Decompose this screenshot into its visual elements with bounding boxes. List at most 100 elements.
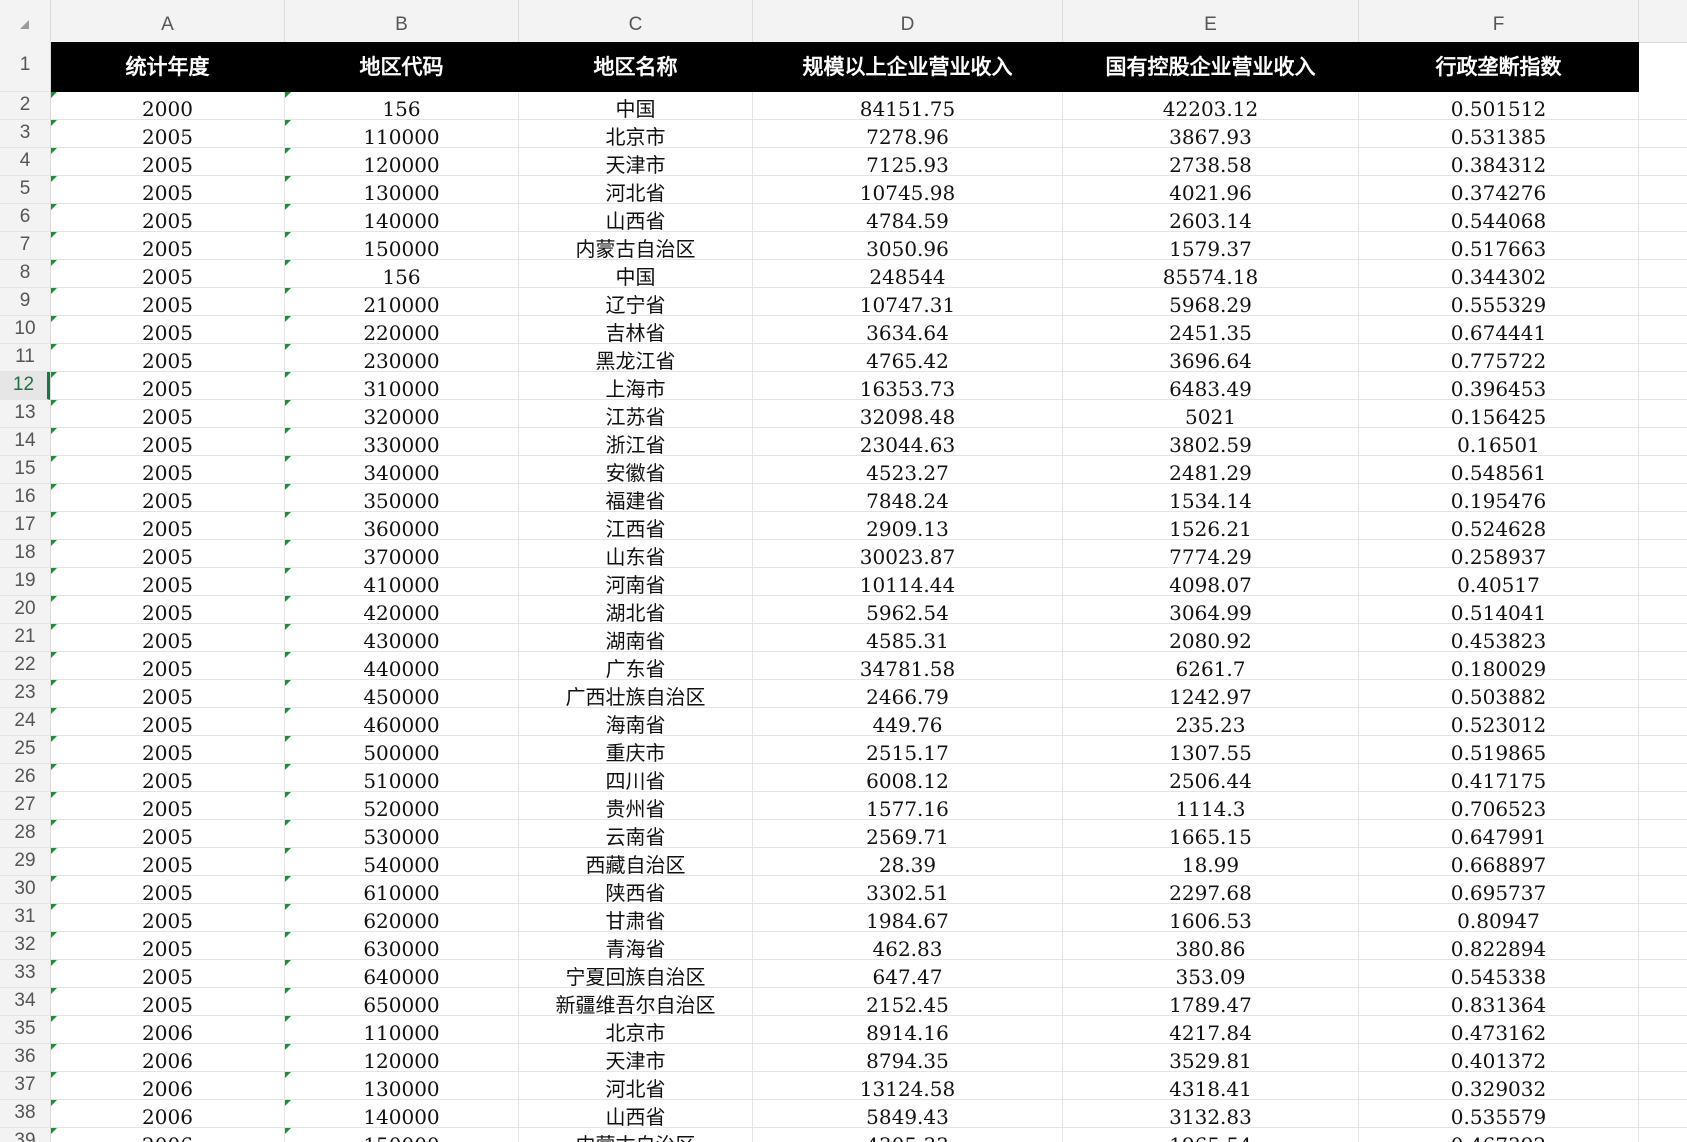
table-cell[interactable]: 140000 (285, 1100, 519, 1128)
table-cell[interactable]: 1534.14 (1063, 484, 1359, 512)
table-cell[interactable]: 353.09 (1063, 960, 1359, 988)
table-cell[interactable]: 0.775722 (1359, 344, 1639, 372)
table-cell[interactable]: 河南省 (519, 568, 753, 596)
table-cell[interactable]: 7774.29 (1063, 540, 1359, 568)
row-header-7[interactable]: 7 (0, 232, 50, 260)
row-header-28[interactable]: 28 (0, 820, 50, 848)
table-cell[interactable]: 内蒙古自治区 (519, 232, 753, 260)
table-cell[interactable]: 2909.13 (753, 512, 1063, 540)
column-header-empty[interactable] (1639, 0, 1687, 42)
table-cell[interactable]: 430000 (285, 624, 519, 652)
table-cell[interactable]: 23044.63 (753, 428, 1063, 456)
table-cell[interactable]: 4765.42 (753, 344, 1063, 372)
table-cell[interactable]: 4318.41 (1063, 1072, 1359, 1100)
table-cell[interactable]: 广西壮族自治区 (519, 680, 753, 708)
table-cell[interactable]: 156 (285, 92, 519, 120)
table-cell[interactable]: 0.401372 (1359, 1044, 1639, 1072)
row-header-22[interactable]: 22 (0, 652, 50, 680)
table-cell[interactable]: 0.417175 (1359, 764, 1639, 792)
table-cell[interactable]: 0.453823 (1359, 624, 1639, 652)
row-header-32[interactable]: 32 (0, 932, 50, 960)
table-cell[interactable]: 18.99 (1063, 848, 1359, 876)
column-header-f[interactable]: F (1359, 0, 1639, 42)
table-cell[interactable]: 2006 (51, 1128, 285, 1142)
table-cell[interactable]: 7125.93 (753, 148, 1063, 176)
table-cell[interactable]: 110000 (285, 120, 519, 148)
table-cell[interactable]: 四川省 (519, 764, 753, 792)
row-header-13[interactable]: 13 (0, 400, 50, 428)
table-cell[interactable]: 2005 (51, 708, 285, 736)
table-cell[interactable]: 中国 (519, 92, 753, 120)
table-cell[interactable]: 2515.17 (753, 736, 1063, 764)
table-cell[interactable]: 3634.64 (753, 316, 1063, 344)
table-cell[interactable]: 32098.48 (753, 400, 1063, 428)
table-cell[interactable]: 510000 (285, 764, 519, 792)
table-cell[interactable]: 1606.53 (1063, 904, 1359, 932)
table-cell[interactable]: 16353.73 (753, 372, 1063, 400)
row-header-36[interactable]: 36 (0, 1044, 50, 1072)
table-cell[interactable]: 156 (285, 260, 519, 288)
table-cell[interactable]: 0.329032 (1359, 1072, 1639, 1100)
table-cell[interactable]: 重庆市 (519, 736, 753, 764)
table-cell[interactable]: 0.467392 (1359, 1128, 1639, 1142)
table-cell[interactable]: 2569.71 (753, 820, 1063, 848)
table-cell[interactable]: 42203.12 (1063, 92, 1359, 120)
table-cell[interactable]: 浙江省 (519, 428, 753, 456)
table-cell[interactable]: 2005 (51, 344, 285, 372)
table-cell[interactable]: 湖南省 (519, 624, 753, 652)
table-cell[interactable]: 34781.58 (753, 652, 1063, 680)
table-cell[interactable]: 220000 (285, 316, 519, 344)
table-cell[interactable]: 1114.3 (1063, 792, 1359, 820)
table-cell[interactable]: 湖北省 (519, 596, 753, 624)
table-cell[interactable]: 530000 (285, 820, 519, 848)
table-cell[interactable]: 2080.92 (1063, 624, 1359, 652)
table-cell[interactable]: 河北省 (519, 176, 753, 204)
table-cell[interactable]: 福建省 (519, 484, 753, 512)
table-cell[interactable]: 0.706523 (1359, 792, 1639, 820)
table-cell[interactable]: 安徽省 (519, 456, 753, 484)
table-cell[interactable]: 120000 (285, 148, 519, 176)
table-cell[interactable]: 辽宁省 (519, 288, 753, 316)
column-header-e[interactable]: E (1063, 0, 1359, 42)
table-cell[interactable]: 2005 (51, 400, 285, 428)
table-cell[interactable]: 0.16501 (1359, 428, 1639, 456)
row-header-2[interactable]: 2 (0, 92, 50, 120)
header-cell[interactable]: 规模以上企业营业收入 (753, 42, 1063, 92)
row-header-39[interactable]: 39 (0, 1128, 50, 1142)
table-cell[interactable]: 2005 (51, 204, 285, 232)
table-cell[interactable]: 650000 (285, 988, 519, 1016)
row-header-5[interactable]: 5 (0, 176, 50, 204)
table-cell[interactable]: 2005 (51, 232, 285, 260)
row-header-37[interactable]: 37 (0, 1072, 50, 1100)
table-cell[interactable]: 3050.96 (753, 232, 1063, 260)
table-cell[interactable]: 1984.67 (753, 904, 1063, 932)
row-header-4[interactable]: 4 (0, 148, 50, 176)
table-cell[interactable]: 2481.29 (1063, 456, 1359, 484)
table-cell[interactable]: 甘肃省 (519, 904, 753, 932)
table-cell[interactable]: 85574.18 (1063, 260, 1359, 288)
table-cell[interactable]: 3529.81 (1063, 1044, 1359, 1072)
table-cell[interactable]: 0.156425 (1359, 400, 1639, 428)
table-cell[interactable]: 140000 (285, 204, 519, 232)
row-header-29[interactable]: 29 (0, 848, 50, 876)
table-cell[interactable]: 江西省 (519, 512, 753, 540)
table-cell[interactable]: 150000 (285, 1128, 519, 1142)
table-cell[interactable]: 2005 (51, 120, 285, 148)
table-cell[interactable]: 248544 (753, 260, 1063, 288)
table-cell[interactable]: 420000 (285, 596, 519, 624)
table-cell[interactable]: 110000 (285, 1016, 519, 1044)
table-cell[interactable]: 西藏自治区 (519, 848, 753, 876)
table-cell[interactable]: 0.674441 (1359, 316, 1639, 344)
table-cell[interactable]: 647.47 (753, 960, 1063, 988)
table-cell[interactable]: 449.76 (753, 708, 1063, 736)
table-cell[interactable]: 30023.87 (753, 540, 1063, 568)
table-cell[interactable]: 0.396453 (1359, 372, 1639, 400)
table-cell[interactable]: 150000 (285, 232, 519, 260)
table-cell[interactable]: 2005 (51, 456, 285, 484)
row-header-20[interactable]: 20 (0, 596, 50, 624)
table-cell[interactable]: 410000 (285, 568, 519, 596)
table-cell[interactable]: 山西省 (519, 1100, 753, 1128)
table-cell[interactable]: 0.40517 (1359, 568, 1639, 596)
table-cell[interactable]: 2005 (51, 512, 285, 540)
column-header-d[interactable]: D (753, 0, 1063, 42)
